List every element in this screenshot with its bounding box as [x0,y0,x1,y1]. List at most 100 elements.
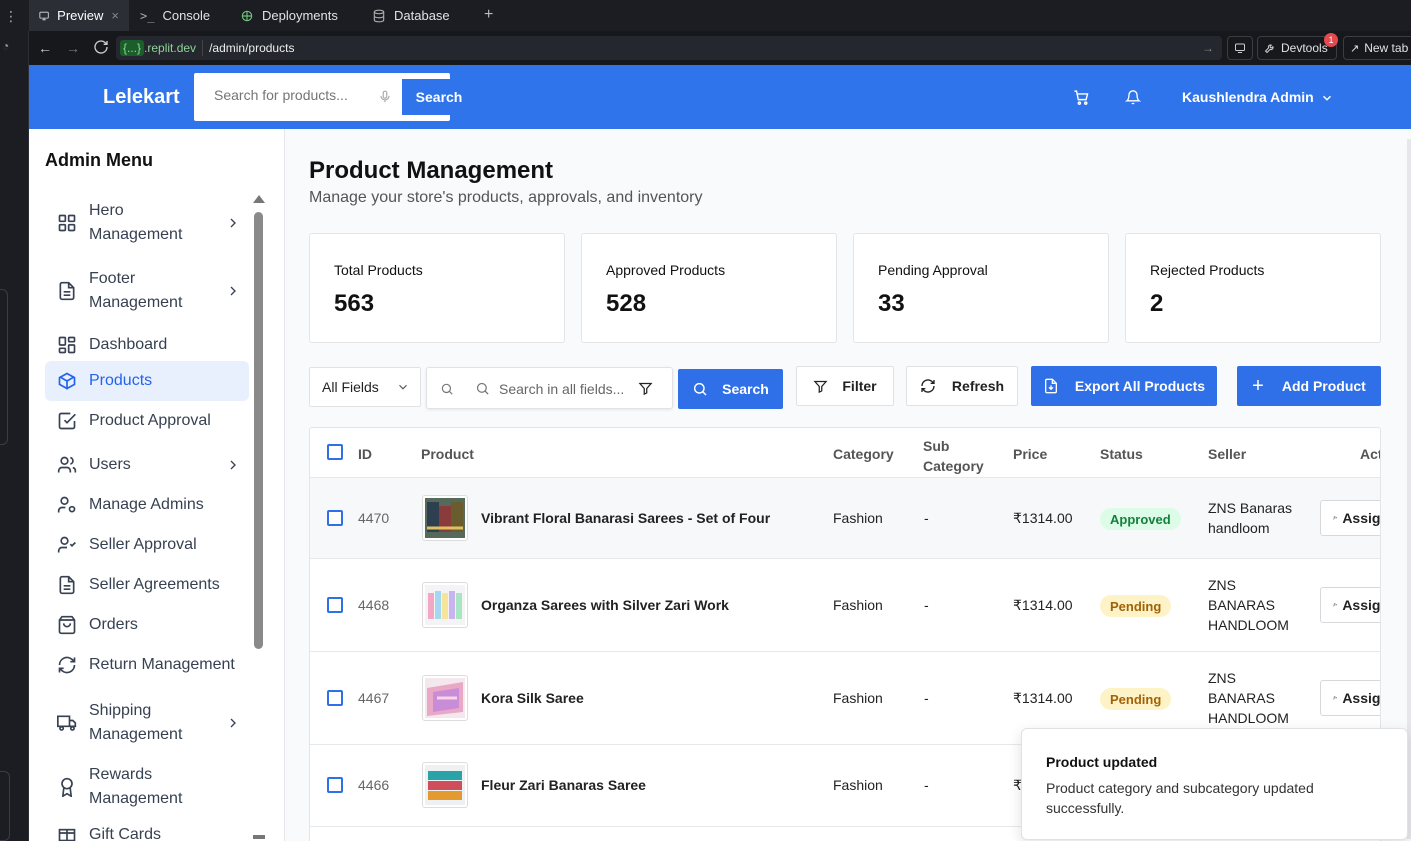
product-name[interactable]: Vibrant Floral Banarasi Sarees - Set of … [481,510,770,526]
row-checkbox[interactable] [327,690,343,706]
more-vertical-icon[interactable]: ⋮ [4,8,18,25]
sidebar-item-gift-cards[interactable]: Gift Cards [45,823,249,841]
table-row[interactable]: 4468 Organza Sarees with Silver Zari Wor… [310,558,1380,651]
add-product-button[interactable]: + Add Product [1237,366,1381,406]
assign-button[interactable]: Assign [1320,500,1380,536]
sidebar-item-seller-approval[interactable]: Seller Approval [45,525,249,565]
stat-value: 528 [606,290,647,317]
truck-icon [57,715,77,731]
tab-label: Preview [57,8,104,23]
add-tab-icon[interactable]: + [484,6,493,24]
forward-icon[interactable]: → [66,40,80,56]
stat-label: Pending Approval [878,262,988,278]
sidebar-item-orders[interactable]: Orders [45,605,249,645]
sidebar-item-footer-management[interactable]: Footer Management [45,265,249,317]
sidebar-item-product-approval[interactable]: Product Approval [45,401,249,441]
wrench-icon [1264,44,1274,54]
table-search-input[interactable]: Search in all fields... [499,381,624,397]
assign-button[interactable]: Assign [1320,587,1380,623]
new-tab-button[interactable]: ↗ New tab [1343,36,1411,60]
reload-icon[interactable] [93,39,109,55]
database-icon [373,9,385,22]
close-icon[interactable]: × [111,8,119,23]
export-button[interactable]: Export All Products [1031,366,1217,406]
devtools-label: Devtools [1281,41,1328,55]
product-category: Fashion [833,597,883,613]
row-checkbox[interactable] [327,777,343,793]
url-path: /admin/products [209,41,295,55]
column-header-id[interactable]: ID [358,446,372,462]
column-header-category[interactable]: Category [833,446,894,462]
row-checkbox[interactable] [327,510,343,526]
sidebar-scrollbar[interactable] [254,212,263,649]
refresh-button-label: Refresh [951,378,1005,394]
toast-title: Product updated [1046,754,1158,770]
top-navbar: Lelekart Search Kaushlendra Admin [29,65,1411,129]
header-search-button[interactable]: Search [402,79,462,115]
export-button-label: Export All Products [1074,378,1206,394]
tab-label: Deployments [262,8,338,23]
user-plus-icon [1333,603,1337,607]
assign-label: Assign [1342,690,1381,706]
product-subcategory: - [924,690,929,706]
refresh-icon [921,379,935,393]
tab-database[interactable]: Database [362,0,472,31]
assign-button[interactable]: Assign [1320,680,1381,716]
refresh-button[interactable]: Refresh [906,366,1018,406]
product-name[interactable]: Organza Sarees with Silver Zari Work [481,597,729,613]
tab-deployments[interactable]: Deployments [230,0,358,31]
device-icon[interactable] [1227,36,1253,60]
column-header-seller[interactable]: Seller [1208,446,1246,462]
gauge-icon[interactable]: ◔ [2,39,9,53]
sidebar-item-shipping-management[interactable]: Shipping Management [45,697,249,749]
user-plus-icon [1333,516,1337,520]
url-domain: .replit.dev [144,41,197,55]
field-select[interactable]: All Fields [309,367,421,407]
url-divider [202,40,204,56]
tab-preview[interactable]: Preview × [29,0,129,31]
row-checkbox[interactable] [327,597,343,613]
product-id: 4467 [358,690,390,706]
bell-icon[interactable] [1125,89,1141,106]
sidebar-item-products[interactable]: Products [45,361,249,401]
sidebar-item-rewards-management[interactable]: Rewards Management [45,761,249,813]
column-header-subcategory[interactable]: Sub Category [923,436,993,476]
sidebar-item-hero-management[interactable]: Hero Management [45,197,249,249]
user-name[interactable]: Kaushlendra Admin [1182,89,1314,105]
select-all-checkbox[interactable] [327,444,343,460]
header-search-input[interactable] [214,87,364,103]
sidebar-item-dashboard[interactable]: Dashboard [45,325,249,365]
product-name[interactable]: Fleur Zari Banaras Saree [481,777,646,793]
chevron-down-icon[interactable] [1320,91,1334,105]
sidebar-item-manage-admins[interactable]: Manage Admins [45,485,249,525]
sidebar-item-label: Gift Cards [89,826,162,841]
filter-icon[interactable] [638,381,653,396]
file-download-icon [1044,378,1057,394]
product-name[interactable]: Kora Silk Saree [481,690,584,706]
microphone-icon[interactable] [378,89,392,105]
cart-icon[interactable] [1073,89,1090,106]
page-subtitle: Manage your store's products, approvals,… [309,189,703,206]
brand-logo[interactable]: Lelekart [103,86,180,109]
tab-console[interactable]: >_ Console [130,0,228,31]
sidebar-item-users[interactable]: Users [45,445,249,485]
url-badge: {...} [120,40,145,56]
table-row[interactable]: 4470 Vibrant Floral Banarasi Sarees - Se… [310,477,1380,558]
column-header-status[interactable]: Status [1100,446,1143,462]
sidebar-item-label: Products [89,372,153,389]
stat-label: Rejected Products [1150,262,1265,278]
go-icon[interactable]: → [1202,41,1214,55]
filter-button[interactable]: Filter [796,366,894,406]
devtools-button[interactable]: Devtools 1 [1257,33,1338,60]
column-header-product[interactable]: Product [421,446,474,462]
scroll-down-arrow[interactable] [253,835,265,839]
status-badge: Pending [1100,688,1172,710]
back-icon[interactable]: ← [38,40,52,56]
url-field[interactable]: {...} .replit.dev /admin/products → [116,36,1222,60]
sidebar-item-return-management[interactable]: Return Management [45,645,249,685]
saree-image-icon [425,585,465,625]
scroll-up-arrow[interactable] [253,195,265,203]
sidebar-item-seller-agreements[interactable]: Seller Agreements [45,565,249,605]
table-search-button[interactable]: Search [678,369,783,409]
column-header-price[interactable]: Price [1013,446,1047,462]
